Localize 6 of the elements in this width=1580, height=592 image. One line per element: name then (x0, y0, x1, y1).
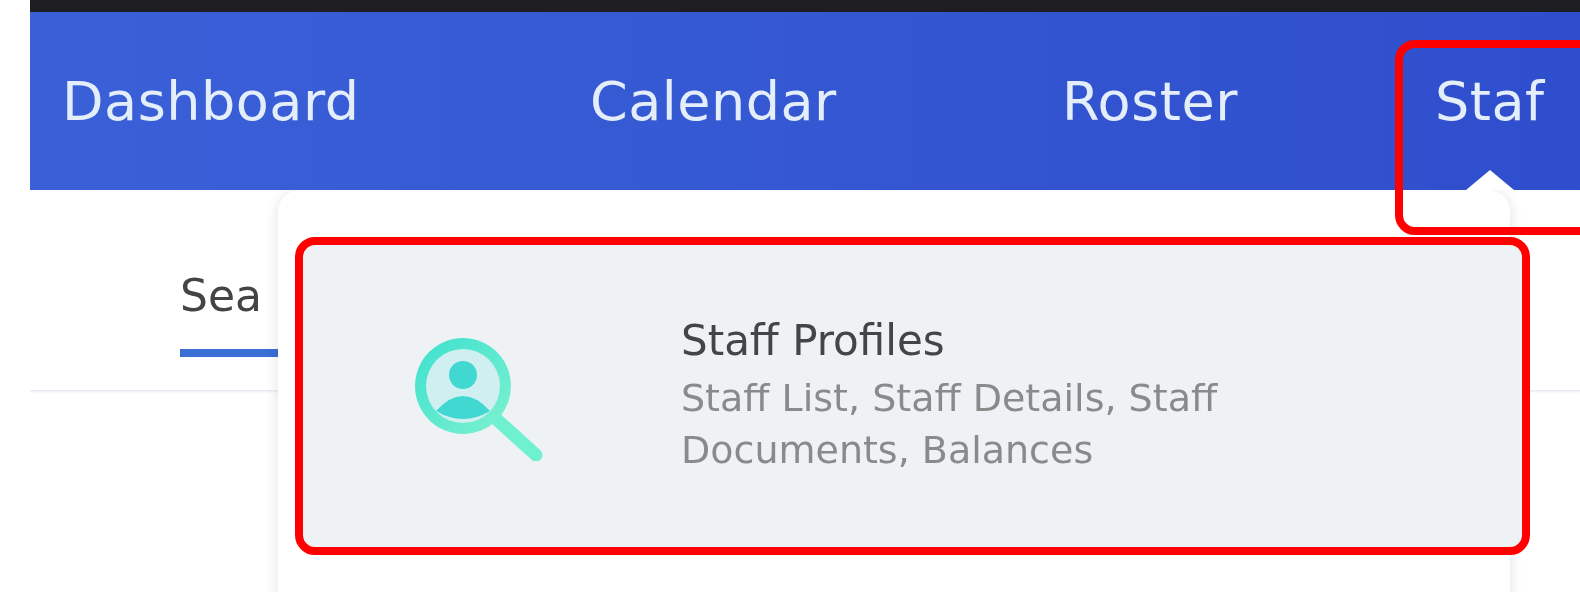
menu-item-description: Staff List, Staff Details, Staff Documents, Balances (681, 375, 1219, 474)
menu-item-title: Staff Profiles (681, 316, 946, 366)
nav-tab[interactable]: Roster (1062, 12, 1238, 190)
nav-tab[interactable]: Calendar (590, 12, 837, 190)
nav-tab[interactable]: Dashboard (62, 12, 360, 190)
menu-item[interactable]: Staff Profiles Staff List, Staff Details, Staff Documents, Balances (295, 237, 1530, 555)
